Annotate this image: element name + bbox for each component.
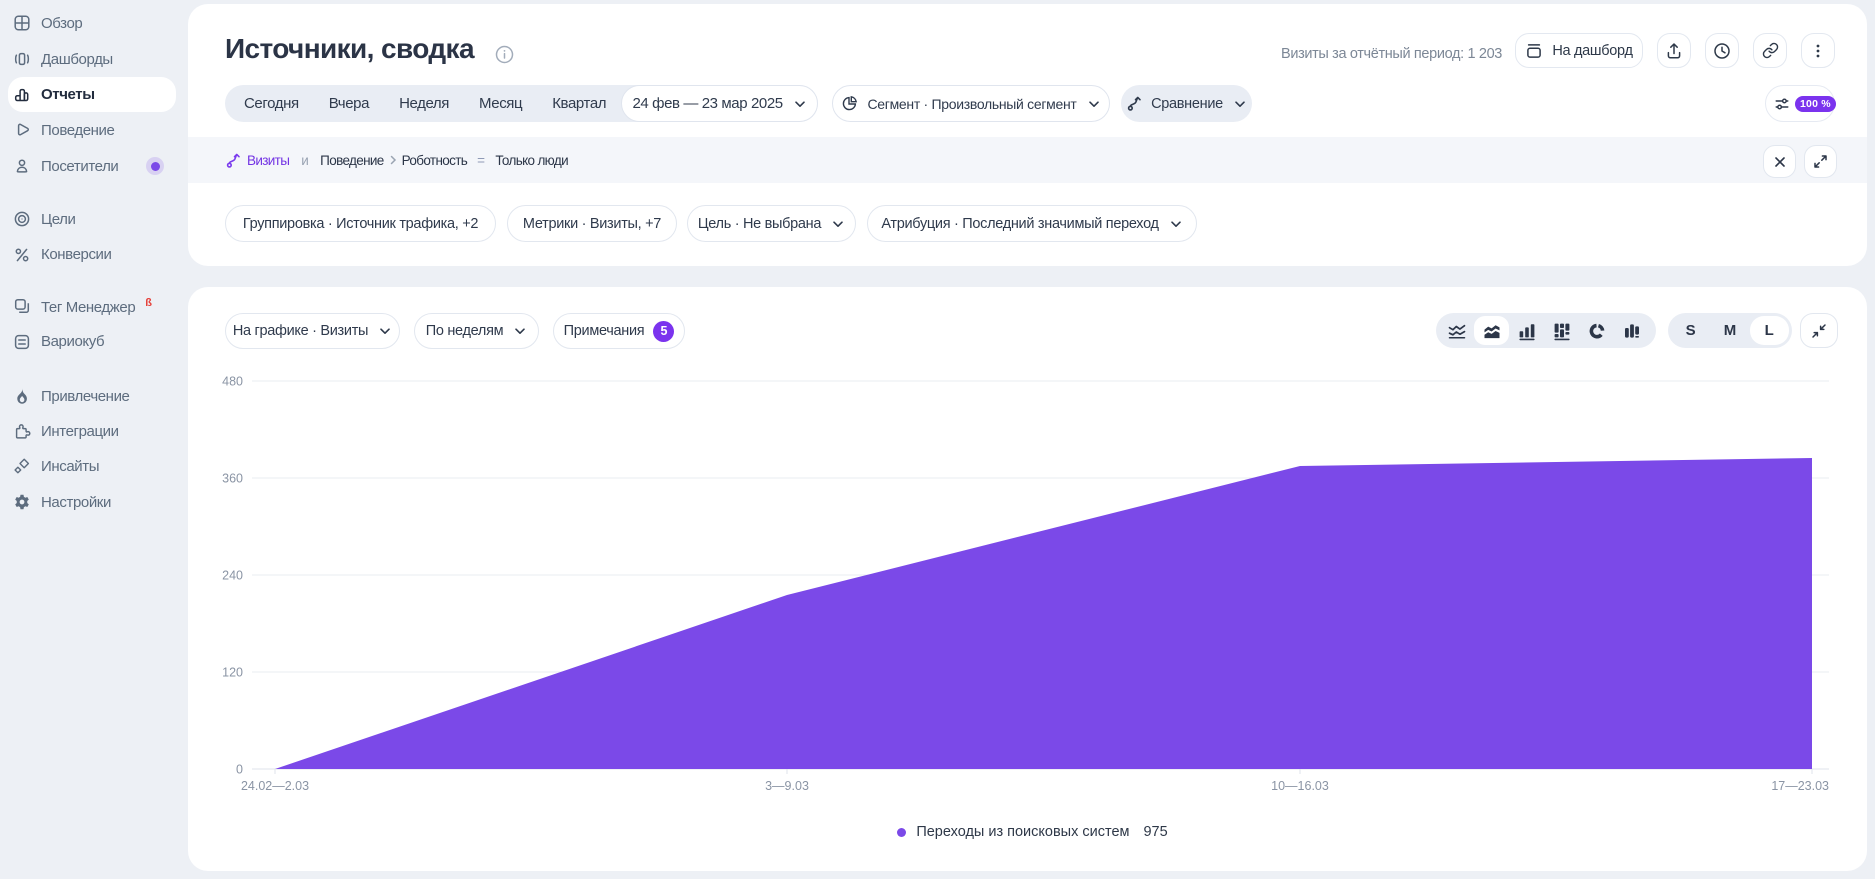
svg-text:240: 240 — [222, 569, 243, 583]
svg-text:0: 0 — [236, 763, 243, 777]
svg-text:360: 360 — [222, 472, 243, 486]
svg-text:480: 480 — [222, 375, 243, 389]
svg-text:120: 120 — [222, 666, 243, 680]
svg-text:3—9.03: 3—9.03 — [765, 779, 809, 793]
svg-text:17—23.03: 17—23.03 — [1771, 779, 1829, 793]
svg-text:24.02—2.03: 24.02—2.03 — [241, 779, 309, 793]
svg-text:10—16.03: 10—16.03 — [1271, 779, 1329, 793]
